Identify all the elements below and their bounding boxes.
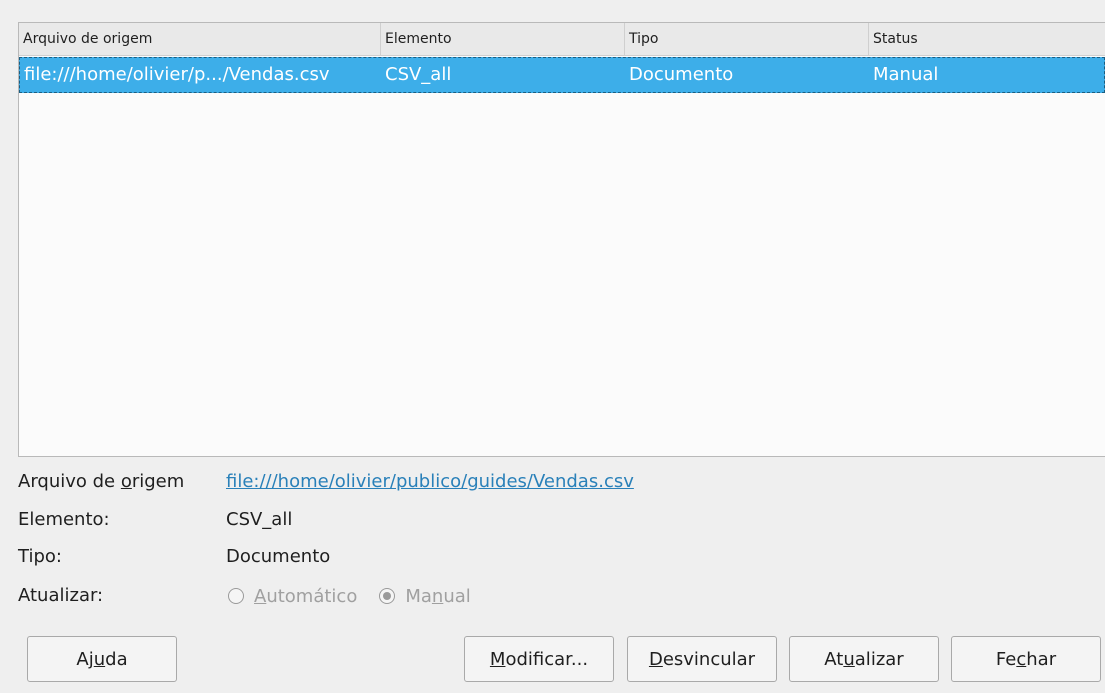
cell-status: Manual [873, 64, 939, 85]
source-file-row: Arquivo de origem file:///home/olivier/p… [18, 468, 1018, 496]
column-header-status[interactable]: Status [869, 23, 1105, 55]
column-header-type[interactable]: Tipo [625, 23, 869, 55]
manual-radio[interactable]: Manual [379, 585, 471, 607]
links-table[interactable]: Arquivo de origem Elemento Tipo Status f… [18, 22, 1105, 457]
update-row: Atualizar: Automático Manual [18, 582, 1018, 610]
column-header-source-file[interactable]: Arquivo de origem [19, 23, 381, 55]
close-button[interactable]: Fechar [951, 636, 1101, 682]
automatic-radio-label: Automático [254, 585, 358, 607]
table-header: Arquivo de origem Elemento Tipo Status [19, 23, 1105, 56]
radio-checked-icon [379, 588, 396, 604]
type-label: Tipo: [18, 546, 62, 567]
element-label: Elemento: [18, 509, 110, 530]
help-button[interactable]: Ajuda [27, 636, 177, 682]
cell-element: CSV_all [385, 64, 452, 85]
update-button[interactable]: Atualizar [789, 636, 939, 682]
source-file-link[interactable]: file:///home/olivier/publico/guides/Vend… [226, 468, 634, 496]
manual-radio-label: Manual [405, 585, 471, 607]
type-row: Tipo: Documento [18, 543, 1018, 571]
type-value: Documento [226, 546, 331, 567]
element-row: Elemento: CSV_all [18, 506, 1018, 534]
unlink-button[interactable]: Desvincular [627, 636, 777, 682]
cell-source-file: file:///home/olivier/p.../Vendas.csv [24, 64, 330, 85]
source-file-label: Arquivo de origem [18, 471, 185, 492]
element-value: CSV_all [226, 509, 293, 530]
column-header-element[interactable]: Elemento [381, 23, 625, 55]
cell-type: Documento [629, 64, 734, 85]
automatic-radio[interactable]: Automático [228, 586, 357, 607]
table-row[interactable]: file:///home/olivier/p.../Vendas.csv CSV… [19, 57, 1105, 93]
update-label: Atualizar: [18, 585, 104, 606]
modify-button[interactable]: Modificar... [464, 636, 614, 682]
update-mode-radio-group: Automático Manual [228, 582, 493, 610]
radio-unchecked-icon [228, 588, 244, 604]
